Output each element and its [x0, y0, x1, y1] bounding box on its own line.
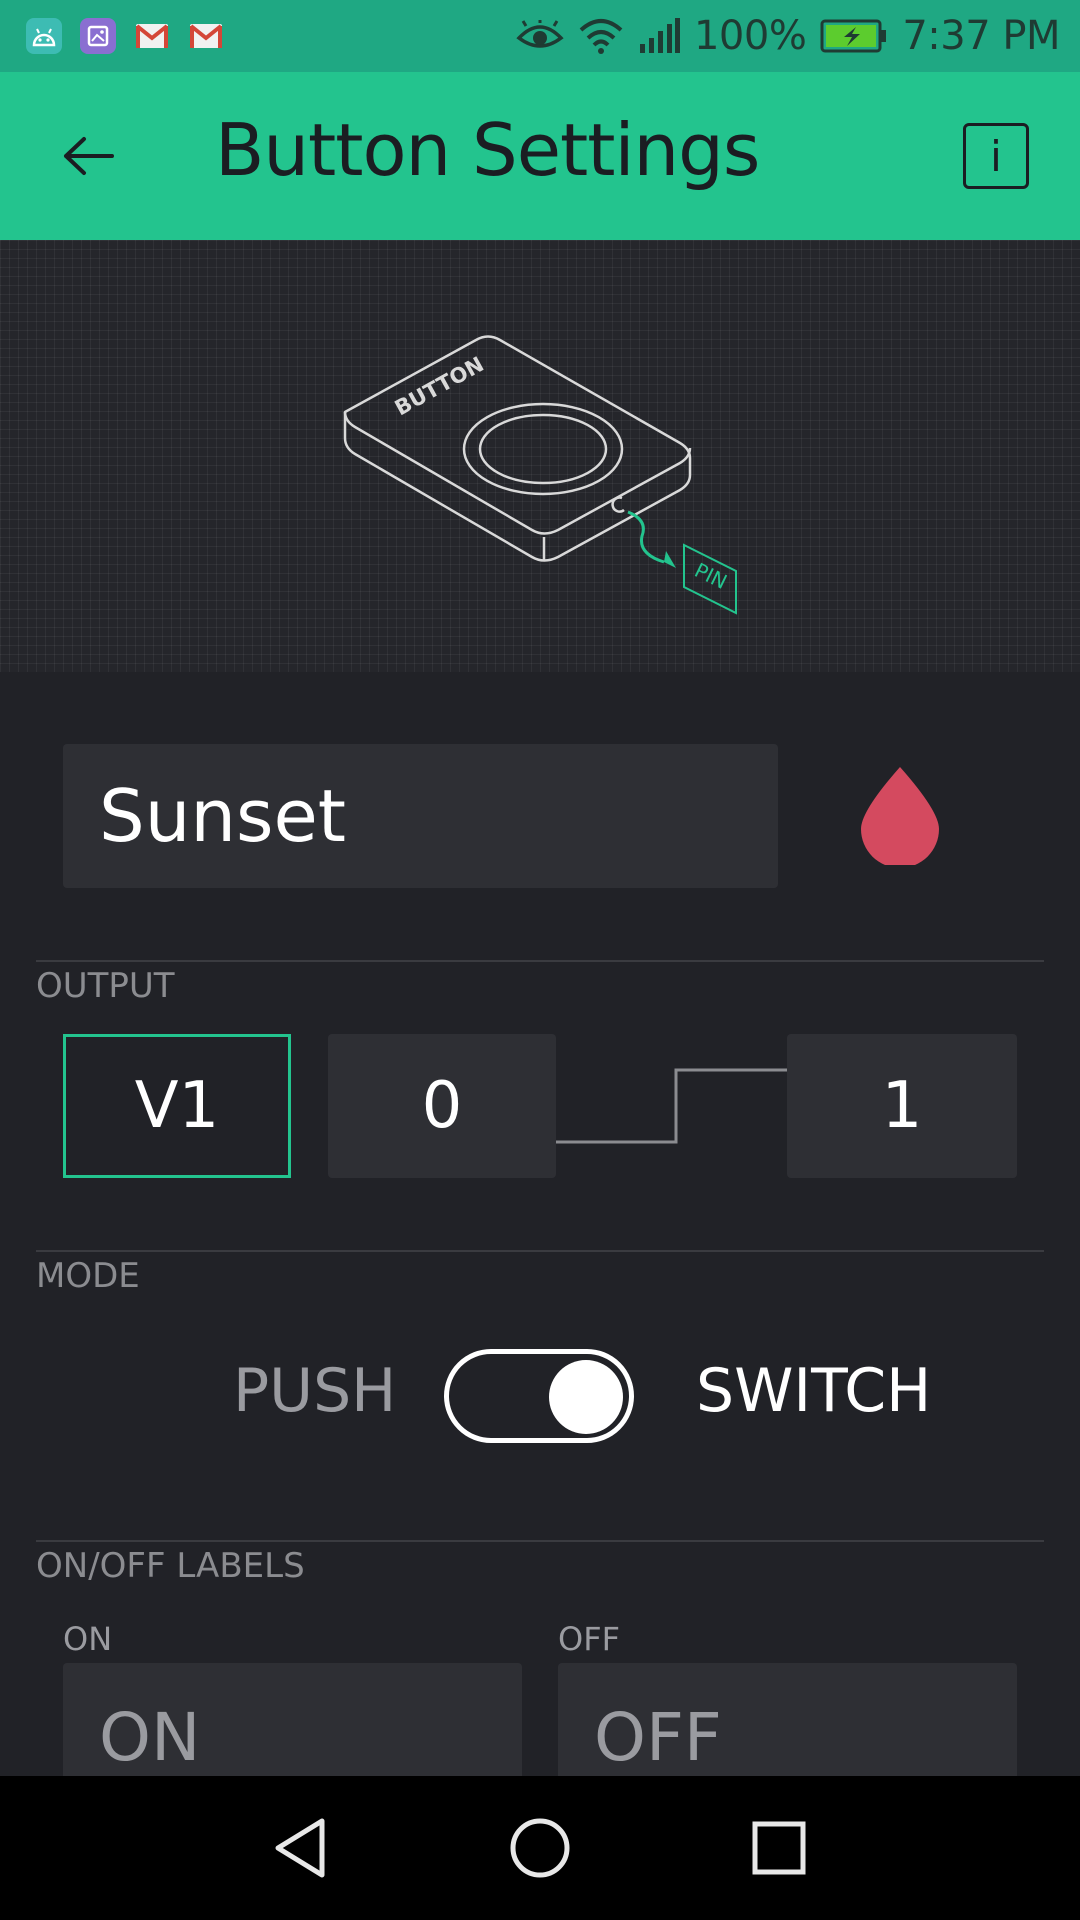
- nav-home-button[interactable]: [498, 1806, 582, 1890]
- battery-percent: 100%: [693, 13, 807, 59]
- divider: [36, 1540, 1044, 1542]
- color-picker-drop-icon[interactable]: [855, 765, 945, 865]
- circle-home-icon: [510, 1818, 570, 1878]
- gallery-icon: [80, 18, 116, 54]
- notification-icons: [26, 18, 224, 54]
- clock: 7:37 PM: [902, 13, 1060, 59]
- back-button[interactable]: [48, 116, 128, 196]
- off-label-input[interactable]: OFF: [558, 1663, 1017, 1783]
- signal-icon: [639, 18, 680, 53]
- output-high-value[interactable]: 1: [787, 1034, 1017, 1178]
- status-bar: 100% 7:37 PM: [0, 0, 1080, 72]
- divider: [36, 960, 1044, 962]
- mode-switch-label[interactable]: SWITCH: [696, 1356, 931, 1426]
- nav-recents-button[interactable]: [737, 1806, 821, 1890]
- widget-name-value: Sunset: [99, 774, 347, 858]
- square-recents-icon: [752, 1821, 806, 1875]
- info-icon: i: [990, 131, 1002, 181]
- gmail-icon: [134, 18, 170, 54]
- off-label-value: OFF: [594, 1699, 722, 1776]
- on-label-input[interactable]: ON: [63, 1663, 522, 1783]
- pin-label: PIN: [691, 558, 731, 594]
- wifi-icon: [579, 19, 623, 54]
- mode-push-label[interactable]: PUSH: [233, 1356, 396, 1426]
- off-label-caption: OFF: [558, 1620, 620, 1658]
- button-device-illustration: BUTTON PIN: [343, 335, 737, 615]
- widget-illustration: BUTTON PIN: [0, 240, 1080, 672]
- output-low-value[interactable]: 0: [328, 1034, 556, 1178]
- on-label-value: ON: [99, 1699, 201, 1776]
- on-label-caption: ON: [63, 1620, 113, 1658]
- output-section-label: OUTPUT: [36, 966, 175, 1006]
- labels-section-label: ON/OFF LABELS: [36, 1546, 305, 1586]
- triangle-back-icon: [275, 1818, 325, 1878]
- eye-icon: [516, 20, 564, 48]
- mode-section-label: MODE: [36, 1256, 140, 1296]
- mode-toggle[interactable]: [444, 1349, 634, 1443]
- nav-back-button[interactable]: [258, 1806, 342, 1890]
- app-bar: Button Settings i: [0, 72, 1080, 240]
- output-range-line: [556, 1068, 788, 1144]
- widget-name-input[interactable]: Sunset: [63, 744, 778, 888]
- page-title: Button Settings: [215, 108, 760, 192]
- navigation-bar: [0, 1776, 1080, 1920]
- android-icon: [26, 18, 62, 54]
- device-label: BUTTON: [391, 352, 488, 420]
- info-button[interactable]: i: [963, 123, 1029, 189]
- pin-selector[interactable]: V1: [63, 1034, 291, 1178]
- gmail-icon: [188, 18, 224, 54]
- system-status: 100% 7:37 PM: [516, 10, 1060, 62]
- arrow-left-icon: [64, 137, 114, 175]
- battery-charging-icon: [820, 19, 887, 53]
- toggle-knob: [549, 1360, 623, 1434]
- divider: [36, 1250, 1044, 1252]
